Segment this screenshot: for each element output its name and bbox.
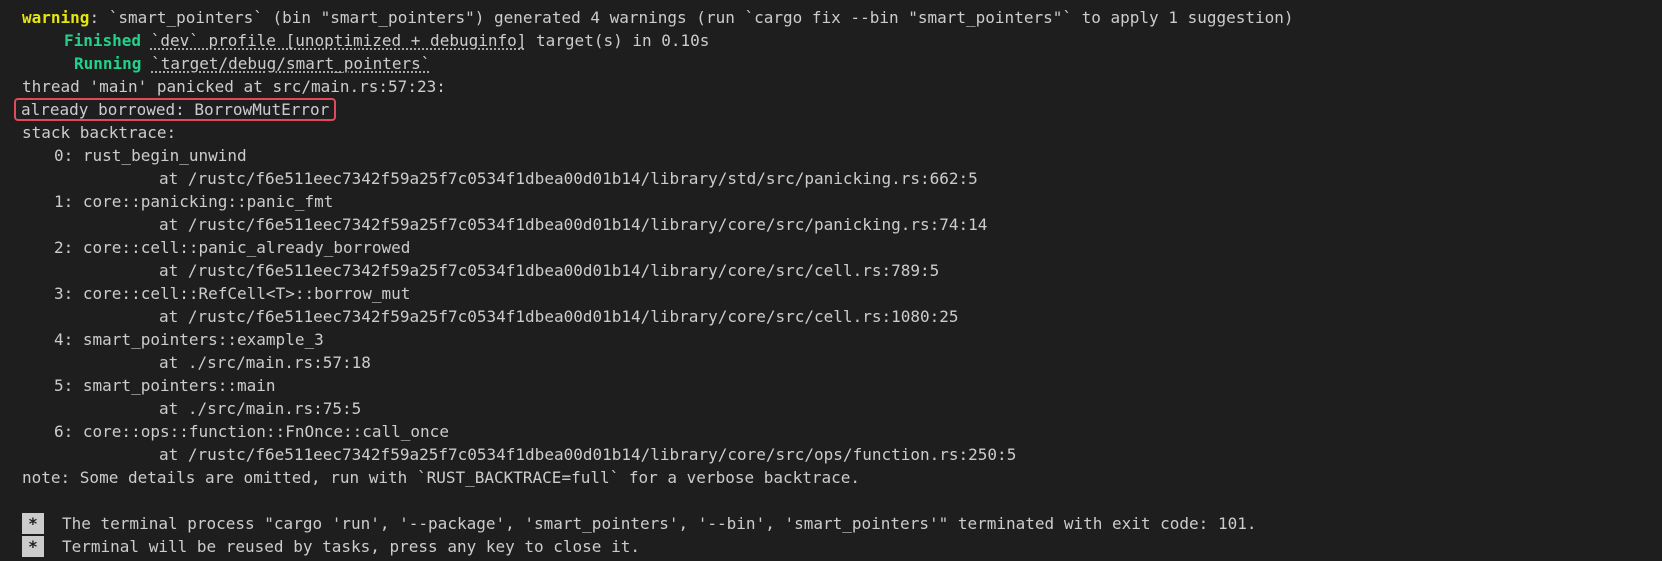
backtrace-location[interactable]: at ./src/main.rs:75:5 [22, 397, 1662, 420]
note-line: note: Some details are omitted, run with… [22, 468, 861, 487]
backtrace-frames: 0: rust_begin_unwind at /rustc/f6e511eec… [22, 144, 1662, 466]
task-reuse-line: * Terminal will be reused by tasks, press… [22, 535, 1662, 558]
backtrace-location[interactable]: at ./src/main.rs:57:18 [22, 351, 1662, 374]
asterisk-icon: * [22, 536, 44, 557]
finished-line: Finished `dev` profile [unoptimized + de… [22, 29, 1662, 52]
backtrace-frame: 0: rust_begin_unwind [54, 146, 247, 165]
finished-rest: target(s) in 0.10s [526, 31, 710, 50]
backtrace-frame: 5: smart_pointers::main [54, 376, 276, 395]
error-message-highlight: already borrowed: BorrowMutError [14, 98, 337, 121]
warning-text: : `smart_pointers` (bin "smart_pointers"… [89, 8, 1294, 27]
backtrace-frame: 4: smart_pointers::example_3 [54, 330, 324, 349]
backtrace-frame: 2: core::cell::panic_already_borrowed [54, 238, 411, 257]
terminal-panel[interactable]: warning: `smart_pointers` (bin "smart_po… [0, 0, 1662, 561]
backtrace-location[interactable]: at /rustc/f6e511eec7342f59a25f7c0534f1db… [22, 259, 1662, 282]
backtrace-label: stack backtrace: [22, 123, 177, 142]
backtrace-location[interactable]: at /rustc/f6e511eec7342f59a25f7c0534f1db… [22, 443, 1662, 466]
task-reuse-text: Terminal will be reused by tasks, press … [62, 537, 640, 556]
task-terminated-line: * The terminal process "cargo 'run', '--p… [22, 512, 1662, 535]
cargo-warning-line: warning: `smart_pointers` (bin "smart_po… [22, 6, 1662, 29]
finished-profile: `dev` profile [unoptimized + debuginfo] [150, 31, 527, 50]
warning-label: warning [22, 8, 90, 27]
backtrace-location[interactable]: at /rustc/f6e511eec7342f59a25f7c0534f1db… [22, 167, 1662, 190]
finished-label: Finished [64, 31, 142, 50]
backtrace-frame: 3: core::cell::RefCell<T>::borrow_mut [54, 284, 411, 303]
panic-line[interactable]: thread 'main' panicked at src/main.rs:57… [22, 75, 1662, 98]
task-terminated-text: The terminal process "cargo 'run', '--pa… [62, 514, 1257, 533]
backtrace-frame: 6: core::ops::function::FnOnce::call_onc… [54, 422, 449, 441]
asterisk-icon: * [22, 513, 44, 534]
running-line: Running `target/debug/smart_pointers` [22, 52, 1662, 75]
running-label: Running [74, 54, 142, 73]
backtrace-location[interactable]: at /rustc/f6e511eec7342f59a25f7c0534f1db… [22, 213, 1662, 236]
backtrace-location[interactable]: at /rustc/f6e511eec7342f59a25f7c0534f1db… [22, 305, 1662, 328]
error-message-line: already borrowed: BorrowMutError [14, 98, 1662, 121]
running-path[interactable]: `target/debug/smart_pointers` [151, 52, 430, 75]
backtrace-frame: 1: core::panicking::panic_fmt [54, 192, 334, 211]
